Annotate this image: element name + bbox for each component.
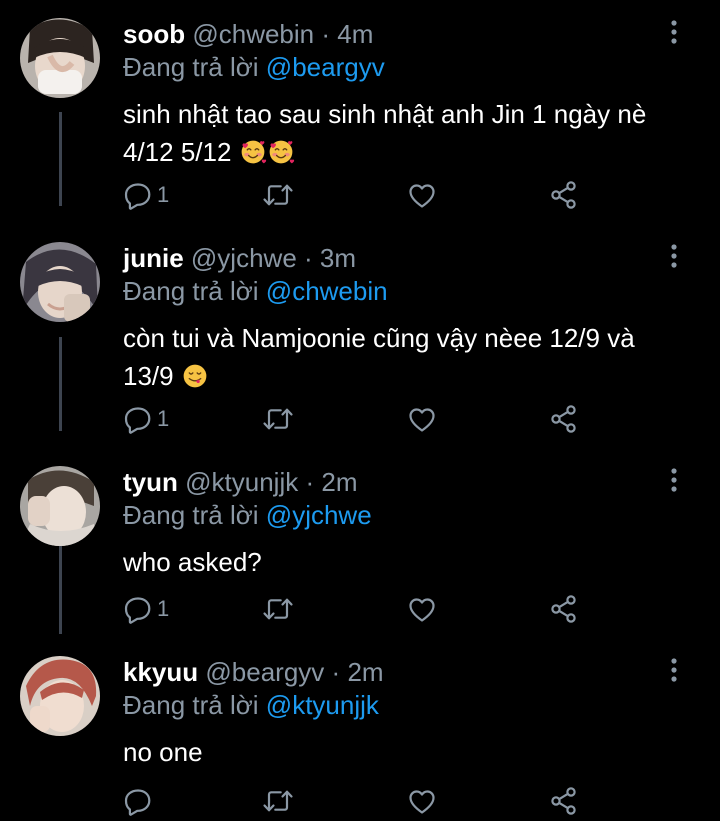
timestamp[interactable]: 4m: [337, 19, 373, 49]
tweet-text-body: sinh nhật tao sau sinh nhật anh Jin 1 ng…: [123, 99, 647, 167]
reply-button[interactable]: 1: [123, 592, 169, 626]
tweet-text: no one: [123, 733, 690, 771]
reply-count: 1: [157, 182, 170, 207]
reply-mention[interactable]: @yjchwe: [266, 500, 372, 530]
retweet-button[interactable]: [261, 402, 295, 436]
share-icon: [549, 594, 579, 624]
separator: ·: [305, 467, 315, 497]
reply-button[interactable]: 1: [123, 178, 169, 212]
like-icon: [407, 180, 437, 210]
display-name[interactable]: junie: [123, 243, 184, 273]
more-icon[interactable]: [664, 656, 684, 684]
share-button[interactable]: [549, 178, 579, 212]
smiling-face-with-hearts-icon: [239, 138, 267, 166]
thread-line: [59, 112, 62, 206]
reply-button[interactable]: 1: [123, 402, 169, 436]
share-icon: [549, 180, 579, 210]
user-handle[interactable]: @chwebin: [192, 19, 314, 49]
retweet-icon: [261, 180, 295, 210]
reply-icon: [123, 180, 153, 210]
avatar[interactable]: [20, 18, 100, 98]
replying-to-label: Đang trả lời: [123, 52, 259, 82]
thread-line: [59, 546, 62, 634]
tweet-actions: [123, 784, 593, 818]
display-name[interactable]: kkyuu: [123, 657, 198, 687]
smiling-face-with-hearts-icon: [267, 138, 295, 166]
retweet-button[interactable]: [261, 178, 295, 212]
retweet-button[interactable]: [261, 592, 295, 626]
separator: ·: [331, 657, 341, 687]
tweet-text: who asked?: [123, 543, 690, 581]
more-icon[interactable]: [664, 242, 684, 270]
tweet-actions: 1: [123, 402, 593, 436]
separator: ·: [304, 243, 313, 273]
share-icon: [549, 786, 579, 816]
thread-line: [59, 337, 62, 431]
retweet-button[interactable]: [261, 784, 295, 818]
reply-button[interactable]: [123, 784, 157, 818]
face-savoring-food-icon: [181, 362, 209, 390]
avatar[interactable]: [20, 466, 100, 546]
like-button[interactable]: [407, 592, 437, 626]
tweet-text: sinh nhật tao sau sinh nhật anh Jin 1 ng…: [123, 95, 690, 171]
reply-count: 1: [157, 406, 170, 431]
tweet-text: còn tui và Namjoonie cũng vậy nèee 12/9 …: [123, 319, 690, 395]
reply-icon: [123, 786, 153, 816]
tweet-actions: 1: [123, 592, 593, 626]
display-name[interactable]: tyun: [123, 467, 178, 497]
retweet-icon: [261, 786, 295, 816]
user-handle[interactable]: @yjchwe: [191, 243, 297, 273]
reply-count: 1: [157, 596, 170, 621]
tweet-text-body: no one: [123, 737, 203, 767]
like-icon: [407, 786, 437, 816]
timestamp[interactable]: 2m: [347, 657, 383, 687]
like-button[interactable]: [407, 784, 437, 818]
share-button[interactable]: [549, 402, 579, 436]
user-handle[interactable]: @beargyv: [205, 657, 324, 687]
separator: ·: [321, 19, 331, 49]
reply-mention[interactable]: @chwebin: [266, 276, 388, 306]
reply-mention[interactable]: @ktyunjjk: [266, 690, 379, 720]
reply-icon: [123, 404, 153, 434]
avatar[interactable]: [20, 656, 100, 736]
like-button[interactable]: [407, 402, 437, 436]
share-icon: [549, 404, 579, 434]
user-handle[interactable]: @ktyunjjk: [185, 467, 298, 497]
timestamp[interactable]: 3m: [320, 243, 356, 273]
reply-icon: [123, 594, 153, 624]
timestamp[interactable]: 2m: [321, 467, 357, 497]
like-icon: [407, 594, 437, 624]
more-icon[interactable]: [664, 18, 684, 46]
like-icon: [407, 404, 437, 434]
tweet-text-body: who asked?: [123, 547, 262, 577]
more-icon[interactable]: [664, 466, 684, 494]
tweet-actions: 1: [123, 178, 593, 212]
share-button[interactable]: [549, 592, 579, 626]
retweet-icon: [261, 404, 295, 434]
replying-to-label: Đang trả lời: [123, 690, 259, 720]
share-button[interactable]: [549, 784, 579, 818]
display-name[interactable]: soob: [123, 19, 185, 49]
replying-to-label: Đang trả lời: [123, 500, 259, 530]
like-button[interactable]: [407, 178, 437, 212]
replying-to-label: Đang trả lời: [123, 276, 259, 306]
avatar[interactable]: [20, 242, 100, 322]
reply-mention[interactable]: @beargyv: [266, 52, 385, 82]
retweet-icon: [261, 594, 295, 624]
